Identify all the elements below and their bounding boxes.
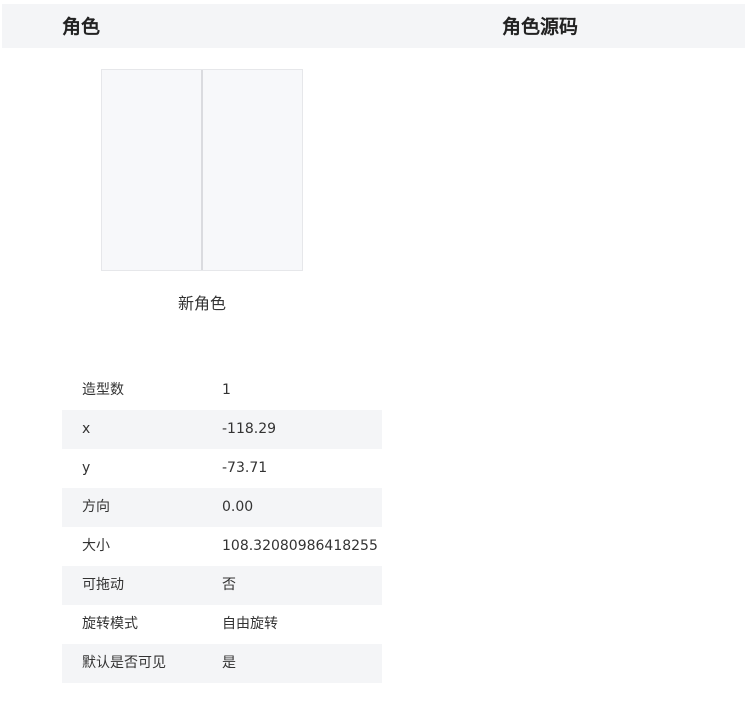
property-row-visible: 默认是否可见 是 xyxy=(62,644,382,683)
property-key: 造型数 xyxy=(82,382,124,398)
property-value: 自由旋转 xyxy=(222,616,278,632)
property-key: 旋转模式 xyxy=(82,616,138,632)
property-value: 0.00 xyxy=(222,499,254,515)
property-row-size: 大小 108.32080986418255 xyxy=(62,527,382,566)
property-key: 默认是否可见 xyxy=(82,655,166,671)
sprite-source-title: 角色源码 xyxy=(502,16,579,38)
property-row-draggable: 可拖动 否 xyxy=(62,566,382,605)
property-row-direction: 方向 0.00 xyxy=(62,488,382,527)
property-value: 是 xyxy=(222,655,236,671)
property-key: y xyxy=(82,460,91,476)
header-bar: 角色 角色源码 xyxy=(2,4,745,48)
property-value: 1 xyxy=(222,382,231,398)
property-value: -118.29 xyxy=(222,421,277,437)
property-key: x xyxy=(82,421,91,437)
property-value: 否 xyxy=(222,577,236,593)
sprite-thumbnail[interactable] xyxy=(101,69,303,271)
property-row-rotation-style: 旋转模式 自由旋转 xyxy=(62,605,382,644)
property-row-x: x -118.29 xyxy=(62,410,382,449)
sprite-properties-table: 造型数 1 x -118.29 y -73.71 方向 0.00 大小 108.… xyxy=(62,371,382,683)
property-key: 方向 xyxy=(82,499,110,515)
property-key: 大小 xyxy=(82,538,110,554)
sprite-panel-title: 角色 xyxy=(62,16,101,38)
property-row-y: y -73.71 xyxy=(62,449,382,488)
property-key: 可拖动 xyxy=(82,577,124,593)
sprite-costume-line xyxy=(201,70,203,270)
property-row-costume-count: 造型数 1 xyxy=(62,371,382,410)
sprite-name: 新角色 xyxy=(177,294,226,313)
property-value: -73.71 xyxy=(222,460,268,476)
property-value: 108.32080986418255 xyxy=(222,538,378,554)
